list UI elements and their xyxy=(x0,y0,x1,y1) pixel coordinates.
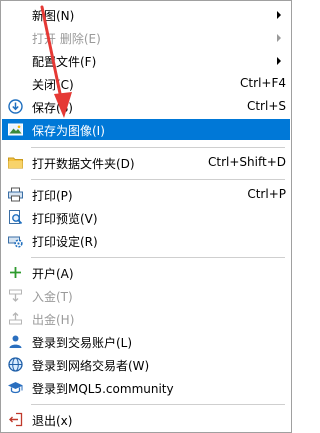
menu-item-label: 退出(x) xyxy=(32,414,73,428)
menu-separator xyxy=(31,147,285,148)
submenu-arrow-icon xyxy=(277,34,281,42)
menu-item-login-trade-account[interactable]: 登录到交易账户(L) xyxy=(2,331,290,352)
menu-item-label: 新图(N) xyxy=(32,9,75,23)
menu-item-label: 打开 删除(E) xyxy=(32,32,101,46)
menu-item-label: 打印设定(R) xyxy=(32,235,98,249)
print-settings-icon xyxy=(7,232,24,249)
save-as-image-icon xyxy=(7,121,24,138)
submenu-arrow-icon xyxy=(277,57,281,65)
menu-item-save[interactable]: 保存(S) Ctrl+S xyxy=(2,96,290,117)
menu-item-open-data-folder[interactable]: 打开数据文件夹(D) Ctrl+Shift+D xyxy=(2,152,290,173)
menu-item-shortcut: Ctrl+Shift+D xyxy=(208,155,286,169)
graduation-cap-icon xyxy=(7,379,24,396)
menu-item-shortcut: Ctrl+P xyxy=(247,187,286,201)
menu-item-label: 登录到网络交易者(W) xyxy=(32,359,150,373)
menu-item-label: 保存(S) xyxy=(32,101,73,115)
menu-item-label: 出金(H) xyxy=(32,313,75,327)
menu-item-label: 关闭(C) xyxy=(32,78,74,92)
menu-item-print-preview[interactable]: 打印预览(V) xyxy=(2,207,290,228)
menu-item-open-account[interactable]: 开户(A) xyxy=(2,262,290,283)
menu-item-withdraw[interactable]: 出金(H) xyxy=(2,308,290,329)
folder-icon xyxy=(7,154,24,171)
menu-separator xyxy=(31,179,285,180)
menu-item-login-web-trader[interactable]: 登录到网络交易者(W) xyxy=(2,354,290,375)
globe-icon xyxy=(7,356,24,373)
menu-item-open-deleted[interactable]: 打开 删除(E) xyxy=(2,27,290,48)
menu-item-login-mql5-community[interactable]: 登录到MQL5.community xyxy=(2,377,290,398)
menu-item-save-as-image[interactable]: 保存为图像(I) xyxy=(2,119,290,140)
menu-item-exit[interactable]: 退出(x) xyxy=(2,409,290,430)
print-preview-icon xyxy=(7,209,24,226)
menu-item-print[interactable]: 打印(P) Ctrl+P xyxy=(2,184,290,205)
deposit-icon xyxy=(7,287,24,304)
menu-item-label: 入金(T) xyxy=(32,290,73,304)
menu-item-profiles[interactable]: 配置文件(F) xyxy=(2,50,290,71)
menu-item-label: 登录到交易账户(L) xyxy=(32,336,133,350)
withdraw-icon xyxy=(7,310,24,327)
user-icon xyxy=(7,333,24,350)
plus-icon xyxy=(7,264,24,281)
save-icon xyxy=(7,98,24,115)
menu-item-label: 打印预览(V) xyxy=(32,212,98,226)
menu-item-deposit[interactable]: 入金(T) xyxy=(2,285,290,306)
menu-item-label: 登录到MQL5.community xyxy=(32,382,174,396)
menu-item-label: 配置文件(F) xyxy=(32,55,97,69)
menu-item-label: 打开数据文件夹(D) xyxy=(32,157,135,171)
menu-separator xyxy=(31,257,285,258)
menu-item-shortcut: Ctrl+S xyxy=(246,99,286,113)
menu-item-close[interactable]: 关闭(C) Ctrl+F4 xyxy=(2,73,290,94)
menu-item-label: 保存为图像(I) xyxy=(32,124,105,138)
menu-item-label: 开户(A) xyxy=(32,267,74,281)
menu-item-label: 打印(P) xyxy=(32,189,73,203)
file-menu: 新图(N) 打开 删除(E) 配置文件(F) 关闭(C) Ctrl+F4 保存(… xyxy=(0,0,292,433)
menu-item-new-chart[interactable]: 新图(N) xyxy=(2,4,290,25)
menu-item-print-settings[interactable]: 打印设定(R) xyxy=(2,230,290,251)
menu-separator xyxy=(31,404,285,405)
submenu-arrow-icon xyxy=(277,11,281,19)
printer-icon xyxy=(7,186,24,203)
menu-item-shortcut: Ctrl+F4 xyxy=(240,76,286,90)
exit-icon xyxy=(7,411,24,428)
